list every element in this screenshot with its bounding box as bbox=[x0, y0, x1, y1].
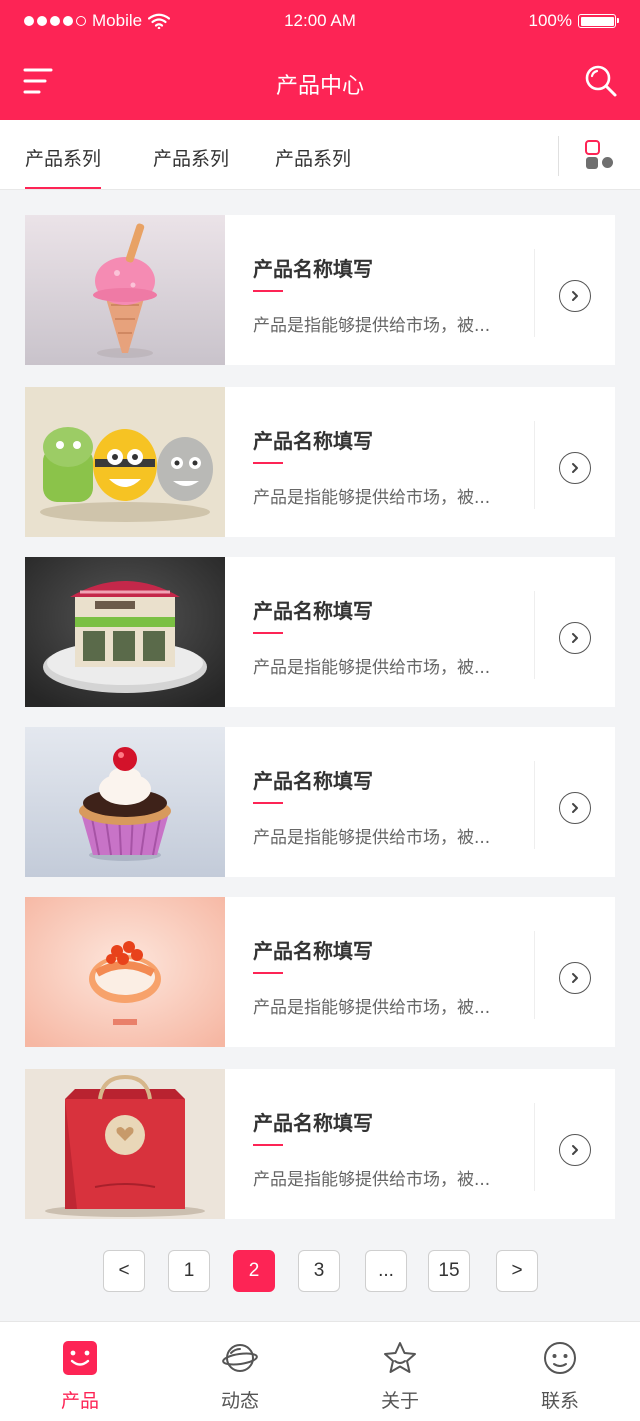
nav-label: 产品 bbox=[60, 1390, 99, 1412]
page-button-2-current[interactable]: 2 bbox=[233, 1250, 275, 1292]
product-image-cupcake bbox=[25, 727, 225, 877]
pagination: < 1 2 3 ... 15 > bbox=[0, 1250, 640, 1292]
product-name: 产品名称填写 bbox=[253, 257, 373, 281]
card-divider bbox=[534, 591, 535, 679]
battery-indicator: 100% bbox=[528, 11, 619, 31]
grid-view-icon[interactable] bbox=[584, 139, 616, 171]
chevron-right-icon[interactable] bbox=[559, 280, 591, 312]
product-desc: 产品是指能够提供给市场，被... bbox=[253, 1170, 491, 1190]
product-desc: 产品是指能够提供给市场，被... bbox=[253, 658, 491, 678]
nav-item-about[interactable]: 关于 bbox=[320, 1322, 480, 1421]
page-title: 产品中心 bbox=[275, 74, 364, 99]
chevron-right-icon[interactable] bbox=[559, 622, 591, 654]
prev-page-button[interactable]: < bbox=[103, 1250, 145, 1292]
name-underline bbox=[253, 462, 283, 464]
product-desc: 产品是指能够提供给市场，被... bbox=[253, 316, 491, 336]
nav-item-product[interactable]: 产品 bbox=[0, 1322, 160, 1421]
card-divider bbox=[534, 421, 535, 509]
name-underline bbox=[253, 972, 283, 974]
product-image-mascots bbox=[25, 387, 225, 537]
nav-label: 关于 bbox=[380, 1390, 419, 1412]
page-button-3[interactable]: 3 bbox=[298, 1250, 340, 1292]
page-button-15[interactable]: 15 bbox=[428, 1250, 470, 1292]
product-name: 产品名称填写 bbox=[253, 769, 373, 793]
battery-percent: 100% bbox=[528, 11, 572, 30]
chevron-right-icon[interactable] bbox=[559, 1134, 591, 1166]
chevron-right-icon[interactable] bbox=[559, 792, 591, 824]
tab-series-1[interactable]: 产品系列 bbox=[25, 144, 102, 189]
card-divider bbox=[534, 931, 535, 1019]
chevron-right-icon[interactable] bbox=[559, 962, 591, 994]
nav-label: 动态 bbox=[220, 1390, 259, 1412]
smiley-icon bbox=[544, 1342, 576, 1374]
name-underline bbox=[253, 632, 283, 634]
nav-label: 联系 bbox=[540, 1390, 579, 1412]
product-name: 产品名称填写 bbox=[253, 1111, 373, 1135]
card-divider bbox=[534, 249, 535, 337]
name-underline bbox=[253, 802, 283, 804]
tab-series-2[interactable]: 产品系列 bbox=[153, 144, 229, 171]
product-image-gift-bag bbox=[25, 1069, 225, 1219]
card-divider bbox=[534, 1103, 535, 1191]
product-card[interactable]: 产品名称填写 产品是指能够提供给市场，被... bbox=[25, 727, 615, 877]
product-name: 产品名称填写 bbox=[253, 939, 373, 963]
tab-divider bbox=[558, 136, 559, 176]
product-card[interactable]: 产品名称填写 产品是指能够提供给市场，被... bbox=[25, 1069, 615, 1219]
planet-icon bbox=[222, 1344, 258, 1372]
nav-bar: 产品中心 bbox=[0, 40, 640, 120]
tab-series-3[interactable]: 产品系列 bbox=[275, 144, 351, 171]
product-card[interactable]: 产品名称填写 产品是指能够提供给市场，被... bbox=[25, 215, 615, 365]
app-header: Mobile 12:00 AM 100% 产品中心 bbox=[0, 0, 640, 120]
product-card[interactable]: 产品名称填写 产品是指能够提供给市场，被... bbox=[25, 387, 615, 537]
name-underline bbox=[253, 290, 283, 292]
product-name: 产品名称填写 bbox=[253, 599, 373, 623]
nav-item-news[interactable]: 动态 bbox=[160, 1322, 320, 1421]
product-image-sushi bbox=[25, 897, 225, 1047]
status-bar: Mobile 12:00 AM 100% bbox=[0, 0, 640, 40]
product-image-shop-building bbox=[25, 557, 225, 707]
page-ellipsis[interactable]: ... bbox=[365, 1250, 407, 1292]
product-desc: 产品是指能够提供给市场，被... bbox=[253, 828, 491, 848]
name-underline bbox=[253, 1144, 283, 1146]
nav-item-contact[interactable]: 联系 bbox=[480, 1322, 640, 1421]
product-card[interactable]: 产品名称填写 产品是指能够提供给市场，被... bbox=[25, 897, 615, 1047]
search-icon[interactable] bbox=[584, 64, 618, 98]
battery-icon bbox=[578, 14, 619, 28]
star-icon bbox=[384, 1342, 416, 1373]
product-image-ice-cream bbox=[25, 215, 225, 365]
next-page-button[interactable]: > bbox=[496, 1250, 538, 1292]
card-divider bbox=[534, 761, 535, 849]
product-icon bbox=[63, 1341, 97, 1375]
chevron-right-icon[interactable] bbox=[559, 452, 591, 484]
product-desc: 产品是指能够提供给市场，被... bbox=[253, 488, 491, 508]
product-desc: 产品是指能够提供给市场，被... bbox=[253, 998, 491, 1018]
page-button-1[interactable]: 1 bbox=[168, 1250, 210, 1292]
product-card[interactable]: 产品名称填写 产品是指能够提供给市场，被... bbox=[25, 557, 615, 707]
product-name: 产品名称填写 bbox=[253, 429, 373, 453]
category-tabs: 产品系列 产品系列 产品系列 bbox=[0, 120, 640, 190]
bottom-nav: 产品 动态 关于 联系 bbox=[0, 1321, 640, 1421]
